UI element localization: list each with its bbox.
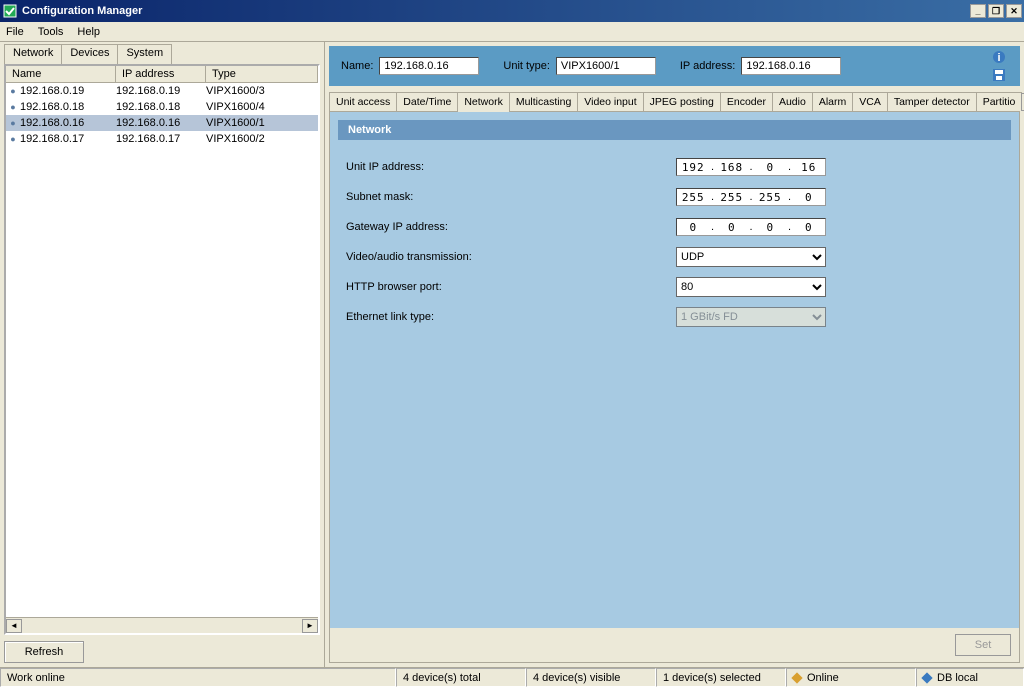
unit-ip-label: Unit IP address: <box>346 161 676 173</box>
row-type: VIPX1600/1 <box>206 117 318 129</box>
device-icon: ● <box>6 118 20 128</box>
http-port-label: HTTP browser port: <box>346 281 676 293</box>
status-online: Online <box>786 668 916 687</box>
refresh-button[interactable]: Refresh <box>4 641 84 663</box>
row-name: 192.168.0.16 <box>20 117 116 129</box>
ethernet-select: 1 GBit/s FD <box>676 307 826 327</box>
menu-bar: File Tools Help <box>0 22 1024 42</box>
row-ip: 192.168.0.18 <box>116 101 206 113</box>
row-name: 192.168.0.18 <box>20 101 116 113</box>
status-visible: 4 device(s) visible <box>526 668 656 687</box>
title-bar: Configuration Manager _ ❐ ✕ <box>0 0 1024 22</box>
row-ip: 192.168.0.16 <box>116 117 206 129</box>
tab-encoder[interactable]: Encoder <box>720 92 773 111</box>
right-pane: Name: Unit type: IP address: i Unit acce… <box>325 42 1024 667</box>
unit-type-label: Unit type: <box>503 60 549 72</box>
header-type[interactable]: Type <box>206 66 318 82</box>
status-work-mode: Work online <box>0 668 396 687</box>
online-icon <box>791 672 802 683</box>
http-port-select[interactable]: 80 <box>676 277 826 297</box>
minimize-button[interactable]: _ <box>970 4 986 18</box>
ip-address-field[interactable] <box>741 57 841 75</box>
unit-ip-input[interactable]: 192. 168. 0. 16 <box>676 158 826 176</box>
status-db: DB local <box>916 668 1024 687</box>
status-bar: Work online 4 device(s) total 4 device(s… <box>0 667 1024 687</box>
row-name: 192.168.0.17 <box>20 133 116 145</box>
config-tabs: Unit accessDate/TimeNetworkMulticastingV… <box>329 90 1020 112</box>
table-row[interactable]: ● 192.168.0.18 192.168.0.18 VIPX1600/4 <box>6 99 318 115</box>
ip-address-label: IP address: <box>680 60 735 72</box>
horizontal-scrollbar[interactable]: ◄ ► <box>6 617 318 633</box>
top-info-bar: Name: Unit type: IP address: i <box>329 46 1020 86</box>
save-icon[interactable] <box>990 67 1008 83</box>
row-ip: 192.168.0.19 <box>116 85 206 97</box>
tab-network[interactable]: Network <box>457 92 510 112</box>
header-ip[interactable]: IP address <box>116 66 206 82</box>
device-icon: ● <box>6 86 20 96</box>
row-type: VIPX1600/4 <box>206 101 318 113</box>
table-row[interactable]: ● 192.168.0.16 192.168.0.16 VIPX1600/1 <box>6 115 318 131</box>
tab-alarm[interactable]: Alarm <box>812 92 853 111</box>
transmission-select[interactable]: UDP <box>676 247 826 267</box>
tab-jpeg-posting[interactable]: JPEG posting <box>643 92 721 111</box>
gateway-label: Gateway IP address: <box>346 221 676 233</box>
gateway-input[interactable]: 0. 0. 0. 0 <box>676 218 826 236</box>
left-tabs: Network Devices System <box>4 44 320 64</box>
close-button[interactable]: ✕ <box>1006 4 1022 18</box>
row-ip: 192.168.0.17 <box>116 133 206 145</box>
app-icon <box>2 3 18 19</box>
device-icon: ● <box>6 134 20 144</box>
help-icon[interactable]: i <box>990 49 1008 65</box>
scroll-right-icon[interactable]: ► <box>302 619 318 633</box>
row-type: VIPX1600/3 <box>206 85 318 97</box>
tab-network[interactable]: Network <box>4 44 62 64</box>
menu-tools[interactable]: Tools <box>38 26 64 38</box>
db-icon <box>921 672 932 683</box>
device-icon: ● <box>6 102 20 112</box>
header-name[interactable]: Name <box>6 66 116 82</box>
transmission-label: Video/audio transmission: <box>346 251 676 263</box>
tab-partitio[interactable]: Partitio <box>976 92 1023 111</box>
tab-multicasting[interactable]: Multicasting <box>509 92 578 111</box>
table-row[interactable]: ● 192.168.0.19 192.168.0.19 VIPX1600/3 <box>6 83 318 99</box>
tab-audio[interactable]: Audio <box>772 92 813 111</box>
tab-system[interactable]: System <box>117 44 172 64</box>
svg-text:i: i <box>997 52 1000 64</box>
subnet-input[interactable]: 255. 255. 255. 0 <box>676 188 826 206</box>
row-type: VIPX1600/2 <box>206 133 318 145</box>
device-table-header: Name IP address Type <box>6 66 318 83</box>
tab-devices[interactable]: Devices <box>61 44 118 64</box>
menu-help[interactable]: Help <box>77 26 100 38</box>
tab-video-input[interactable]: Video input <box>577 92 643 111</box>
name-field[interactable] <box>379 57 479 75</box>
ethernet-label: Ethernet link type: <box>346 311 676 323</box>
config-panel: Network Unit IP address: 192. 168. 0. 16… <box>329 112 1020 663</box>
left-pane: Network Devices System Name IP address T… <box>0 42 325 667</box>
row-name: 192.168.0.19 <box>20 85 116 97</box>
window-title: Configuration Manager <box>22 5 970 17</box>
restore-button[interactable]: ❐ <box>988 4 1004 18</box>
status-selected: 1 device(s) selected <box>656 668 786 687</box>
set-button[interactable]: Set <box>955 634 1011 656</box>
status-total: 4 device(s) total <box>396 668 526 687</box>
table-row[interactable]: ● 192.168.0.17 192.168.0.17 VIPX1600/2 <box>6 131 318 147</box>
tab-unit-access[interactable]: Unit access <box>329 92 397 111</box>
tab-vca[interactable]: VCA <box>852 92 888 111</box>
tab-tamper-detector[interactable]: Tamper detector <box>887 92 977 111</box>
tab-date-time[interactable]: Date/Time <box>396 92 458 111</box>
menu-file[interactable]: File <box>6 26 24 38</box>
unit-type-field[interactable] <box>556 57 656 75</box>
panel-title: Network <box>338 120 1011 140</box>
scroll-left-icon[interactable]: ◄ <box>6 619 22 633</box>
name-label: Name: <box>341 60 373 72</box>
subnet-label: Subnet mask: <box>346 191 676 203</box>
device-table: Name IP address Type ● 192.168.0.19 192.… <box>4 64 320 635</box>
